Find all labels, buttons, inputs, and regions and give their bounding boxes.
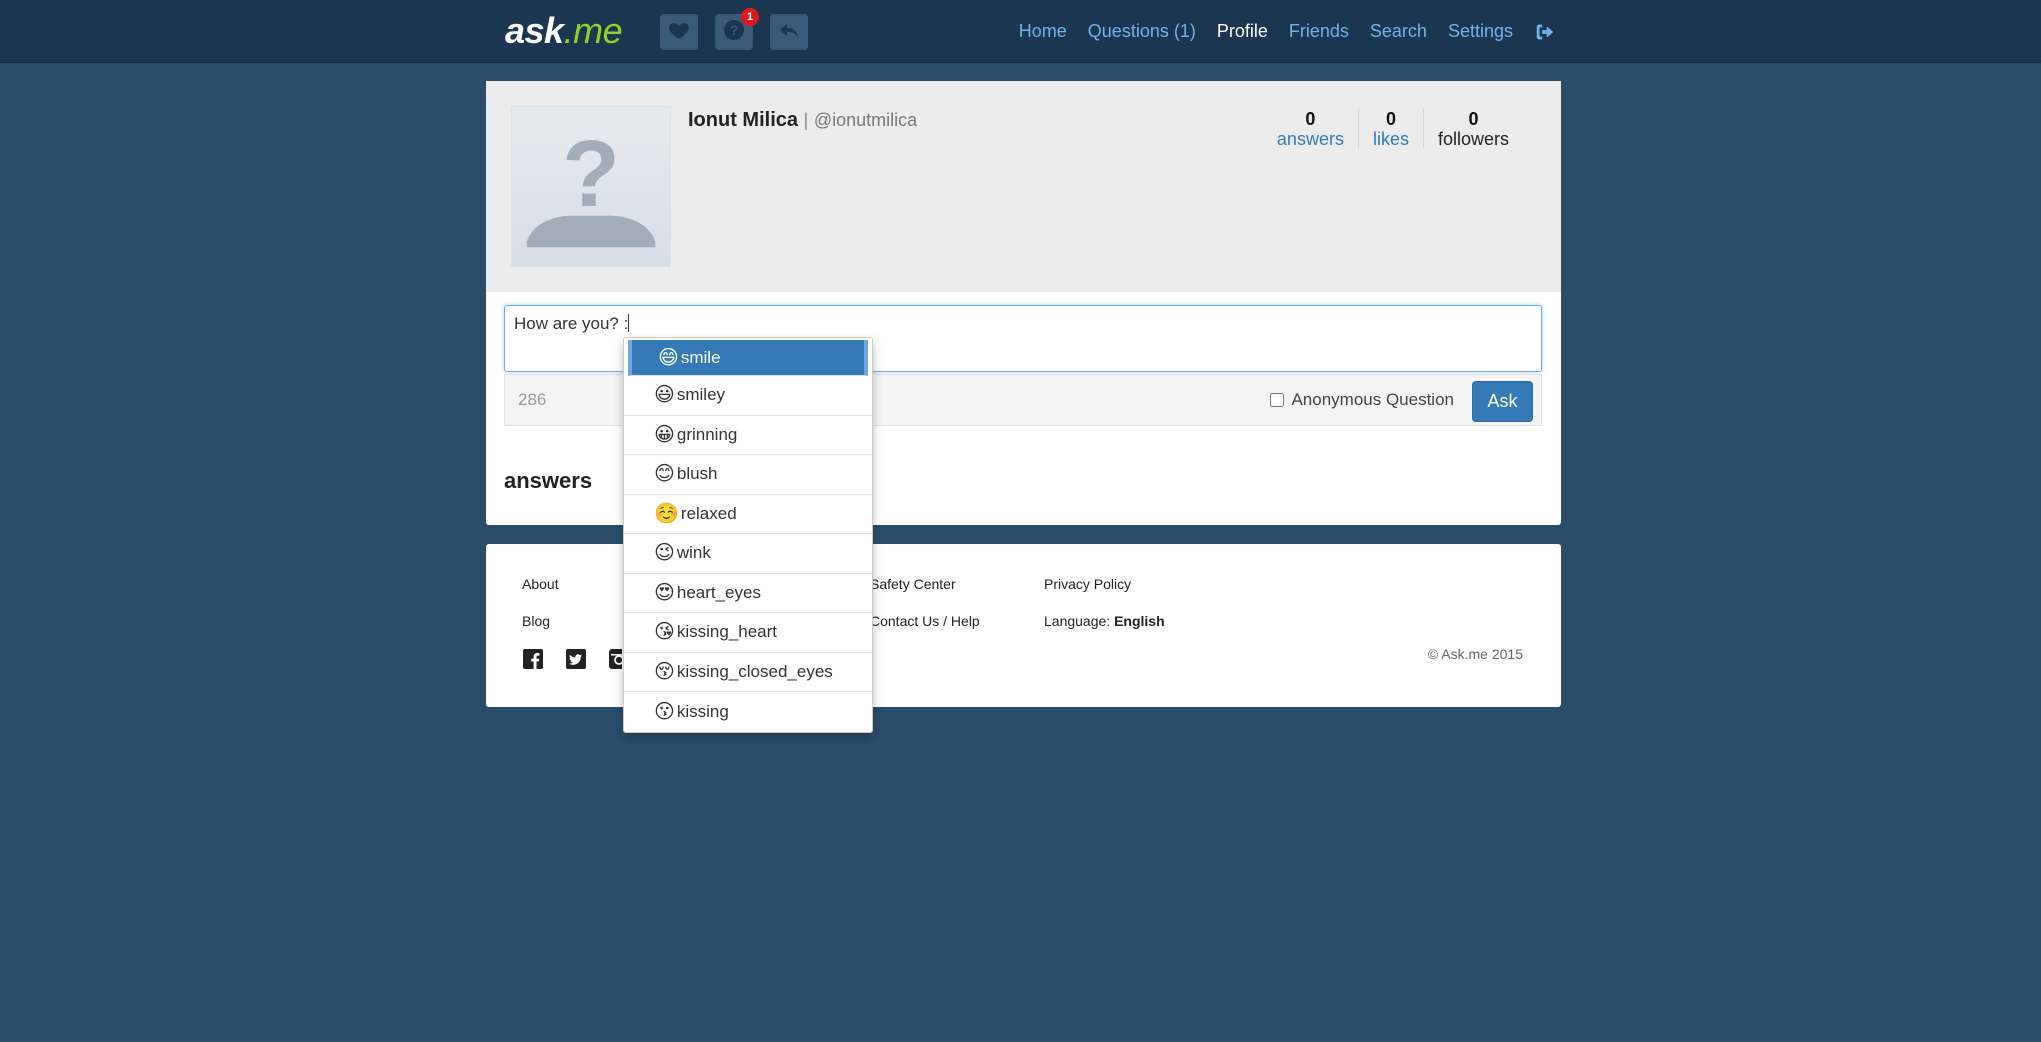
profile-handle: @ionutmilica [813,110,918,130]
footer-contact-link[interactable]: Contact Us / Help [870,613,980,629]
answers-heading: answers [504,468,593,493]
emoji-option-kissing-closed-eyes[interactable]: 😚 kissing_closed_eyes [624,653,872,692]
stat-likes[interactable]: 0 likes [1357,109,1423,149]
notification-badge: 1 [741,8,759,26]
emoji-name: smile [680,347,721,367]
profile-name-line: Ionut Milica | @ionutmilica [688,109,917,132]
emoji-option-kissing[interactable]: 😗 kissing [624,692,872,732]
stat-value: 0 [1468,109,1479,129]
emoji-name: kissing [676,701,729,721]
heart-icon [667,18,691,47]
nav-profile[interactable]: Profile [1217,21,1268,42]
text-caret [628,314,630,332]
emoji-option-kissing-heart[interactable]: 😘 kissing_heart [624,613,872,653]
stat-answers[interactable]: 0 answers [1263,109,1358,149]
main-nav: Home Questions (1) Profile Friends Searc… [1019,0,1556,63]
emoji-option-wink[interactable]: 😉 wink [624,534,872,574]
emoji-icon: 😃 [654,384,675,407]
footer-privacy-link[interactable]: Privacy Policy [1044,576,1131,592]
stat-value: 0 [1385,109,1396,129]
language-label: Language: [1044,613,1111,629]
top-navbar: ask.me ? 1 Home Questions (1) Profile Fr… [0,0,2041,63]
emoji-option-heart-eyes[interactable]: 😍 heart_eyes [624,574,872,613]
footer-language[interactable]: Language: English [1044,613,1165,629]
site-logo[interactable]: ask.me [505,10,623,52]
footer-about-link[interactable]: About [522,576,559,592]
emoji-icon: 😀 [654,423,675,446]
instagram-icon[interactable] [608,648,622,670]
emoji-option-smile[interactable]: 😄 smile [628,340,868,376]
emoji-name: kissing_closed_eyes [676,661,833,681]
anonymous-label: Anonymous Question [1291,390,1454,409]
reply-icon [777,18,801,47]
emoji-icon: 😘 [654,621,675,644]
profile-header: ? Ionut Milica | @ionutmilica 0 answers … [486,81,1561,292]
emoji-name: wink [676,543,711,563]
anonymous-option[interactable]: Anonymous Question [1270,390,1454,410]
emoji-option-smiley[interactable]: 😃 smiley [624,376,872,416]
emoji-icon: 😄 [658,346,679,369]
emoji-name: blush [676,464,718,484]
emoji-icon: 😚 [654,660,675,683]
stat-label: likes [1372,129,1409,149]
emoji-name: kissing_heart [676,622,778,642]
likes-nav-button[interactable] [660,14,698,50]
avatar: ? [511,106,671,267]
nav-questions[interactable]: Questions (1) [1088,21,1196,42]
stat-label: answers [1276,129,1344,149]
emoji-icon: ☺️ [654,502,679,525]
name-separator: | [803,110,809,130]
reply-nav-button[interactable] [770,14,808,50]
emoji-option-relaxed[interactable]: ☺️ relaxed [624,495,872,534]
svg-text:?: ? [730,22,739,38]
footer-blog-link[interactable]: Blog [522,613,550,629]
emoji-option-blush[interactable]: 😊 blush [624,455,872,495]
nav-friends[interactable]: Friends [1289,21,1349,42]
profile-stats: 0 answers 0 likes 0 followers [1263,109,1523,149]
character-counter: 286 [518,390,547,409]
stat-value: 0 [1305,109,1316,129]
emoji-autocomplete-menu: 😄 smile 😃 smiley 😀 grinning 😊 blush ☺️ relaxe… [623,337,873,733]
anonymous-checkbox[interactable] [1270,393,1285,407]
default-avatar-icon: ? [526,121,656,248]
logout-icon[interactable] [1534,21,1556,43]
twitter-icon[interactable] [565,648,587,670]
emoji-name: grinning [676,424,738,444]
profile-name: Ionut Milica [688,109,798,131]
copyright: © Ask.me 2015 [1427,646,1523,662]
questions-nav-button[interactable]: ? 1 [715,8,759,50]
footer-safety-link[interactable]: Safety Center [870,576,956,592]
nav-home[interactable]: Home [1019,21,1067,42]
emoji-name: relaxed [680,503,737,523]
emoji-icon: 😊 [654,463,675,486]
stat-followers: 0 followers [1422,109,1523,149]
emoji-icon: 😉 [654,542,675,565]
emoji-name: smiley [676,385,726,405]
stat-label: followers [1437,129,1509,149]
emoji-name: heart_eyes [676,582,761,602]
facebook-icon[interactable] [522,648,544,670]
ask-button[interactable]: Ask [1472,381,1533,422]
emoji-icon: 😗 [654,700,675,723]
svg-text:?: ? [562,121,620,227]
nav-settings[interactable]: Settings [1448,21,1513,42]
emoji-icon: 😍 [654,581,675,604]
question-text: How are you? : [514,314,629,333]
language-value: English [1114,613,1165,629]
nav-search[interactable]: Search [1370,21,1427,42]
emoji-option-grinning[interactable]: 😀 grinning [624,416,872,455]
